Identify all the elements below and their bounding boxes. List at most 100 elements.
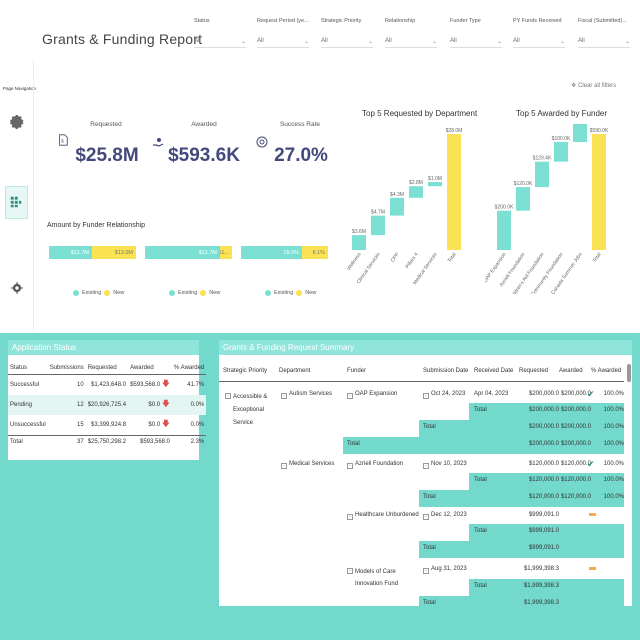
filter-value: All <box>513 38 520 44</box>
data-label: $590.0K <box>590 128 609 134</box>
collapse-icon[interactable]: - <box>347 393 353 399</box>
filter-5[interactable]: PY Funds Received All ⌄ <box>513 18 565 48</box>
collapse-icon[interactable]: - <box>281 393 287 399</box>
waterfall-awarded: $200.0KOAP Expansion$120.0KAzrieli Found… <box>485 124 609 294</box>
status-indicator <box>589 513 596 516</box>
relationship-bar-2[interactable]: 18.9% 8.1% <box>241 246 328 259</box>
chart-title-requested: Top 5 Requested by Department <box>362 109 478 118</box>
collapse-icon[interactable]: - <box>423 463 429 469</box>
column-header[interactable]: Awarded <box>559 368 583 374</box>
data-label: $100.0K <box>552 136 571 142</box>
column-header[interactable]: Strategic Priority <box>223 368 267 374</box>
waterfall-bar[interactable] <box>592 134 606 250</box>
collapse-icon[interactable]: - <box>225 393 231 399</box>
table-cell: 100.0% <box>603 391 624 397</box>
bar-existing[interactable]: 18.9% <box>241 246 302 259</box>
filter-dropdown[interactable]: All ⌄ <box>450 38 502 48</box>
bar-existing[interactable]: $12.7M <box>49 246 92 259</box>
filter-dropdown[interactable]: All ⌄ <box>194 38 246 48</box>
waterfall-requested: $3.6MWellness$4.7MClinical Services$4.3M… <box>346 128 462 286</box>
kpi-awarded-value: $593.6K <box>168 145 240 166</box>
filter-dropdown[interactable]: All ⌄ <box>321 38 373 48</box>
column-header[interactable]: Funder <box>347 368 366 374</box>
arrow-down-icon: 🡇 <box>161 399 171 408</box>
clear-filters-button[interactable]: ❖ Clear all filters <box>571 82 616 89</box>
table-row[interactable]: Successful 10 $1,423,648.0 $593,568.0 🡇 41.7… <box>8 375 206 396</box>
collapse-icon[interactable]: - <box>423 393 429 399</box>
legend-dot-existing <box>265 290 271 296</box>
chevron-down-icon: ⌄ <box>624 39 630 45</box>
collapse-icon[interactable]: - <box>423 568 429 574</box>
column-header[interactable]: Status <box>8 362 48 375</box>
filter-label: Relationship <box>385 18 416 24</box>
waterfall-bar[interactable] <box>428 182 442 187</box>
relationship-bar-1[interactable]: $12.7M$1... <box>145 246 232 259</box>
legend-dot-new <box>296 290 303 296</box>
column-header[interactable]: Requested <box>85 362 129 375</box>
grid-icon[interactable] <box>8 194 24 210</box>
column-header[interactable]: Awarded <box>128 362 173 375</box>
collapse-icon[interactable]: - <box>423 514 429 520</box>
column-header[interactable]: % Awarded <box>591 368 621 374</box>
filter-dropdown[interactable]: All ⌄ <box>257 38 309 48</box>
column-header[interactable]: Submission Date <box>423 368 468 374</box>
status-indicator <box>589 567 596 570</box>
filter-label: PY Funds Received <box>513 18 562 24</box>
bar-existing[interactable]: $12.7M <box>145 246 220 259</box>
table-cell: 100.0% <box>603 477 624 483</box>
collapse-icon[interactable]: - <box>347 568 353 574</box>
waterfall-bar[interactable] <box>409 186 423 198</box>
filter-2[interactable]: Strategic Priority All ⌄ <box>321 18 373 48</box>
funder: Azrieli Foundation <box>355 461 404 467</box>
filter-0[interactable]: Status All ⌄ <box>194 18 246 48</box>
relationship-bar-0[interactable]: $12.7M $13.0M <box>49 246 136 259</box>
collapse-icon[interactable]: - <box>281 463 287 469</box>
kpi-requested-value: $25.8M <box>75 145 139 166</box>
waterfall-bar[interactable] <box>352 235 366 250</box>
table-cell: $120,000.0 <box>560 494 591 500</box>
table-cell: $1,999,398.3 <box>523 566 559 572</box>
summary-scrollbar[interactable] <box>627 364 631 382</box>
collapse-icon[interactable]: - <box>347 514 353 520</box>
filter-3[interactable]: Relationship All ⌄ <box>385 18 437 48</box>
collapse-icon[interactable]: - <box>347 463 353 469</box>
total-label: Total <box>474 528 487 534</box>
filter-4[interactable]: Funder Type All ⌄ <box>450 18 502 48</box>
column-header[interactable]: Submissions <box>47 362 86 375</box>
column-header[interactable]: Received Date <box>474 368 513 374</box>
filter-1[interactable]: Request Period (ye... All ⌄ <box>257 18 309 48</box>
waterfall-bar[interactable] <box>447 134 461 250</box>
waterfall-bar[interactable] <box>535 161 549 188</box>
table-cell: $120,000.0 <box>528 477 559 483</box>
waterfall-bar[interactable] <box>390 197 404 216</box>
received-date: Apr 04, 2023 <box>474 391 509 397</box>
total-label: Total <box>423 494 436 500</box>
gear-icon[interactable] <box>9 114 25 130</box>
legend-new: New <box>209 290 221 296</box>
column-header[interactable]: Requested <box>519 368 548 374</box>
bar-new[interactable]: $13.0M <box>92 246 136 259</box>
table-cell: $200,000.0 <box>560 441 591 447</box>
settings-icon[interactable] <box>9 280 25 296</box>
table-cell: $200,000.0 <box>528 407 559 413</box>
filter-dropdown[interactable]: All ⌄ <box>578 38 630 48</box>
column-header[interactable]: % Awarded <box>172 362 207 375</box>
table-row[interactable]: Pending 12 $20,926,725.4 $0.0 🡇 0.0% <box>8 395 207 415</box>
table-row[interactable]: Unsuccessful 15 $3,399,924.8 $0.0 🡇 0.0% <box>8 415 206 436</box>
filter-value: All <box>321 38 328 44</box>
waterfall-bar[interactable] <box>573 124 587 142</box>
filter-dropdown[interactable]: All ⌄ <box>513 38 565 48</box>
waterfall-bar[interactable] <box>371 215 385 236</box>
filter-value: All <box>385 38 392 44</box>
waterfall-bar[interactable] <box>516 187 530 211</box>
column-header[interactable]: Department <box>279 368 310 374</box>
waterfall-bar[interactable] <box>554 141 568 162</box>
filter-dropdown[interactable]: All ⌄ <box>385 38 437 48</box>
filter-label: Fiscal (Submitted)... <box>578 18 627 24</box>
bar-new[interactable]: $1... <box>220 246 232 259</box>
waterfall-bar[interactable] <box>497 210 511 250</box>
bar-new[interactable]: 8.1% <box>302 246 328 259</box>
filter-6[interactable]: Fiscal (Submitted)... All ⌄ <box>578 18 630 48</box>
relationship-legend: Existing New <box>73 290 124 296</box>
filter-value: All <box>450 38 457 44</box>
